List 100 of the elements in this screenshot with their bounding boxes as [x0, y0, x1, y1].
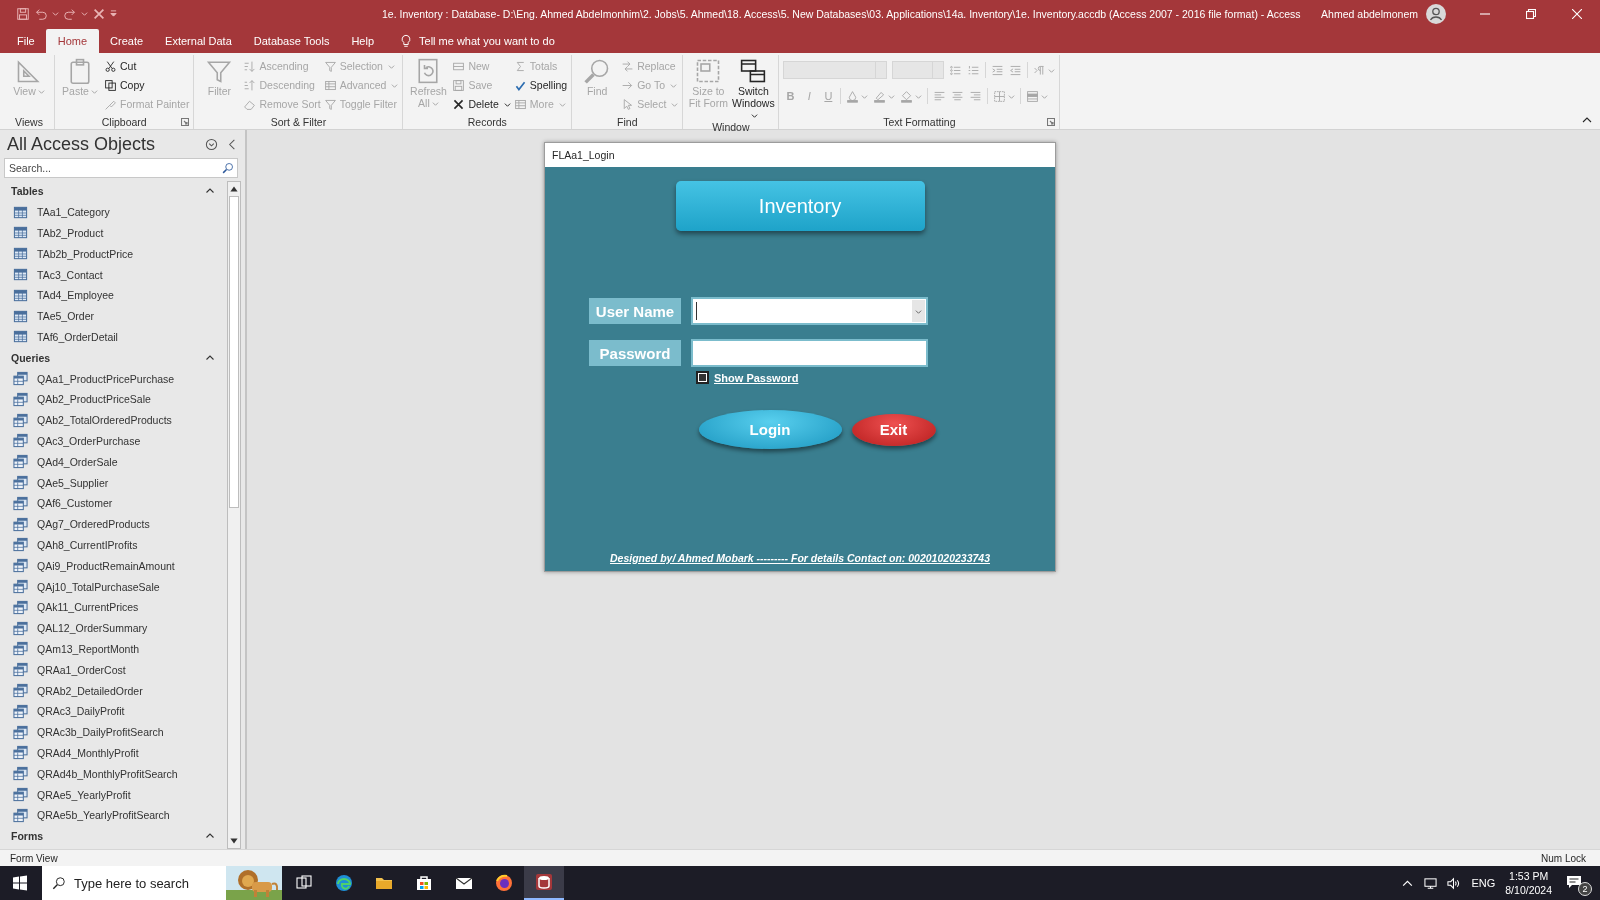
taskbar-search-field[interactable]: Type here to search	[42, 866, 226, 900]
field-label: Password	[589, 340, 681, 366]
save-icon[interactable]	[16, 6, 30, 21]
search-field[interactable]: Search...	[4, 158, 238, 178]
row-color-icon	[1026, 89, 1040, 103]
eraser-icon	[243, 97, 257, 111]
ribbon-tab[interactable]: Help	[340, 29, 385, 53]
windows-icon	[739, 57, 768, 85]
exit-button[interactable]: Exit	[851, 413, 936, 446]
nav-item[interactable]: QAd4_OrderSale	[0, 451, 227, 473]
caret-icon[interactable]	[915, 307, 922, 315]
query-icon	[13, 579, 28, 595]
footer-note: Designed by/ Ahmed Mobark --------- For details Contact on: 00201020233743	[610, 552, 990, 564]
ribbon-button[interactable]: Copy	[104, 76, 190, 94]
start-icon[interactable]	[12, 875, 28, 891]
user-name: Ahmed abdelmonem	[1321, 7, 1418, 20]
nav-item[interactable]: QAm13_ReportMonth	[0, 638, 227, 660]
window-title: 1e. Inventory : Database- D:\Eng. Ahmed Abdelmonhim\2. Jobs\5. Ahmed\18. Access\5. New Databases\03. Applications\14a. Inventory\1e. Inventory.accdb (Access 2007 - 2016 file format) - Access	[381, 7, 1302, 20]
query-icon	[13, 371, 28, 387]
caret-icon	[37, 88, 45, 95]
query-icon	[13, 391, 28, 407]
replace-icon	[621, 59, 635, 73]
ribbon-tab[interactable]: File	[6, 29, 46, 53]
caret-icon	[1008, 92, 1016, 100]
language-indicator[interactable]: ENG	[1471, 877, 1496, 889]
nav-item[interactable]: QRAe5_YearlyProfit	[0, 784, 227, 805]
nav-item[interactable]: QAg7_OrderedProducts	[0, 513, 227, 535]
nav-item[interactable]: TAe5_Order	[0, 305, 227, 327]
caret-icon[interactable]	[81, 10, 88, 17]
nav-item[interactable]: TAb2_Product	[0, 222, 227, 244]
ribbon-button[interactable]: Spelling	[513, 76, 568, 94]
ribbon-tab[interactable]: Home	[45, 29, 100, 53]
scrollbar[interactable]	[227, 181, 241, 849]
nav-item[interactable]: QAi9_ProductRemainAmount	[0, 555, 227, 577]
nav-item[interactable]: QAh8_CurrentIProfits	[0, 534, 227, 556]
network-icon[interactable]	[1424, 876, 1438, 890]
query-icon	[13, 724, 28, 740]
nav-item[interactable]: QRAa1_OrderCost	[0, 659, 227, 681]
avatar-icon[interactable]	[1426, 3, 1446, 24]
checkbox-label[interactable]: Show Password	[714, 371, 799, 384]
tell-me-field[interactable]: Tell me what you want to do	[419, 29, 555, 53]
nav-item[interactable]: TAb2b_ProductPrice	[0, 243, 227, 265]
ribbon-button[interactable]: Cut	[104, 57, 190, 75]
group-header[interactable]: Forms	[0, 825, 227, 847]
nav-item[interactable]: QAb2_ProductPriceSale	[0, 388, 227, 410]
caret-icon	[915, 92, 923, 100]
table-icon	[13, 246, 28, 262]
ribbon-button[interactable]: Switch Windows	[732, 55, 775, 121]
ribbon-button[interactable]: Delete	[452, 95, 511, 113]
nav-item[interactable]: QAj10_TotalPurchaseSale	[0, 576, 227, 597]
sigma-icon	[513, 59, 527, 73]
query-icon	[13, 599, 28, 615]
launcher-icon[interactable]	[181, 118, 190, 126]
group-header[interactable]: Tables	[0, 181, 227, 202]
nav-item[interactable]: QAL12_OrderSummary	[0, 617, 227, 639]
restore-icon[interactable]	[1526, 8, 1536, 19]
ribbon-tab[interactable]: Database Tools	[242, 29, 341, 53]
password-field[interactable]	[691, 339, 928, 367]
taskbar-app[interactable]	[524, 866, 564, 900]
nav-item[interactable]: QAa1_ProductPricePurchase	[0, 368, 227, 389]
nav-item[interactable]: TAa1_Category	[0, 201, 227, 223]
query-icon	[13, 433, 28, 449]
user-name-combo[interactable]	[691, 297, 928, 325]
close-icon[interactable]	[1572, 8, 1582, 19]
nav-item[interactable]: QRAd4_MonthlyProfit	[0, 742, 227, 764]
nav-item[interactable]: QRAc3_DailyProfit	[0, 700, 227, 722]
browser-icon	[334, 873, 354, 893]
query-icon	[13, 683, 28, 698]
nav-item[interactable]: QAc3_OrderPurchase	[0, 430, 227, 452]
group-header[interactable]: Queries	[0, 347, 227, 369]
scroll-thumb[interactable]	[229, 196, 239, 508]
nav-item[interactable]: TAc3_Contact	[0, 264, 227, 285]
field-label: User Name	[589, 298, 681, 324]
ribbon-tab[interactable]: External Data	[154, 29, 243, 53]
nav-item[interactable]: TAd4_Employee	[0, 285, 227, 306]
nav-item[interactable]: QRAb2_DetailedOrder	[0, 680, 227, 701]
nav-item[interactable]: QAe5_Supplier	[0, 472, 227, 493]
table-icon	[13, 267, 28, 283]
nav-item[interactable]: QRAc3b_DailyProfitSearch	[0, 721, 227, 743]
collapse-icon[interactable]	[1582, 115, 1592, 125]
nav-item[interactable]: QRAe5b_YearlyProfitSearch	[0, 804, 227, 826]
dropdown-icon[interactable]	[205, 137, 218, 151]
speaker-icon[interactable]	[1447, 876, 1461, 890]
nav-item[interactable]: QRAd4b_MonthlyProfitSearch	[0, 763, 227, 785]
checkbox[interactable]	[696, 371, 709, 384]
nav-item[interactable]: QAk11_CurrentPrices	[0, 596, 227, 618]
caret-icon[interactable]	[52, 10, 59, 17]
cancel-icon[interactable]	[92, 6, 106, 21]
customize-icon[interactable]	[110, 10, 117, 17]
clock[interactable]: 1:53 PM 8/10/2024	[1505, 869, 1552, 897]
nav-item[interactable]: QAb2_TotalOrderedProducts	[0, 409, 227, 431]
notification-icon[interactable]	[1566, 874, 1582, 890]
caret-icon	[670, 81, 677, 89]
undo-icon[interactable]	[34, 6, 48, 21]
sort-ascending-icon	[243, 59, 257, 73]
redo-icon[interactable]	[63, 6, 77, 21]
nav-item[interactable]: QAf6_Customer	[0, 492, 227, 514]
nav-item[interactable]: TAf6_OrderDetail	[0, 326, 227, 348]
gridlines-icon	[993, 89, 1007, 103]
ribbon-tab[interactable]: Create	[99, 29, 155, 53]
